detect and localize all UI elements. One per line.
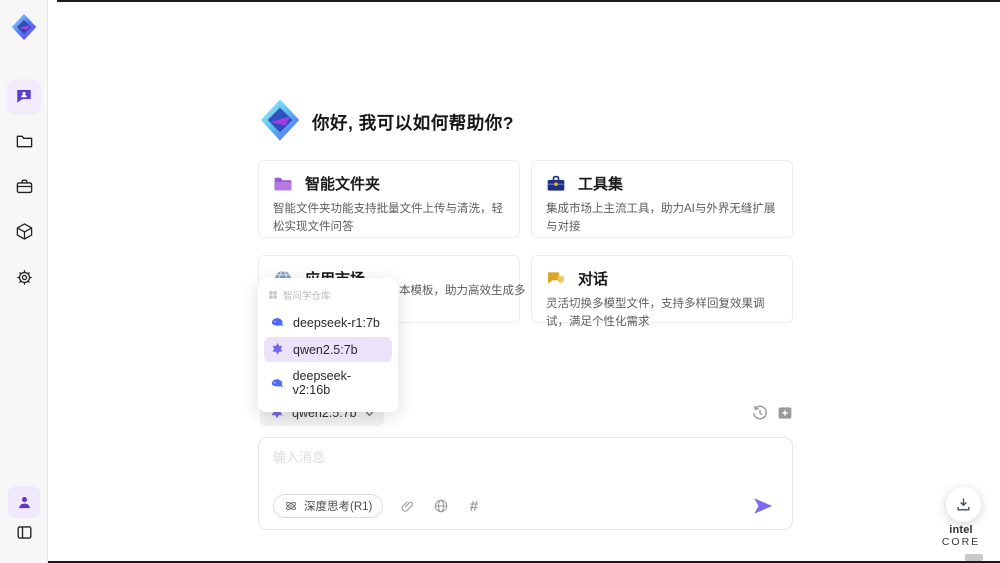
briefcase-icon [16,178,32,193]
composer-toolbar: 深度思考(R1) # [273,494,482,518]
download-button[interactable] [946,487,981,522]
panel-icon [16,525,32,539]
greeting-title: 你好, 我可以如何帮助你? [312,113,514,133]
card-smart-folder[interactable]: 智能文件夹 智能文件夹功能支持批量文件上传与清洗，轻松实现文件问答 [258,160,520,238]
message-composer: 深度思考(R1) # [258,437,793,530]
prompt-template-button[interactable]: # [465,498,482,515]
deep-think-icon [286,502,296,510]
deep-think-label: 深度思考(R1) [304,501,373,513]
sidebar-item-apps[interactable] [8,215,40,247]
model-option-deepseek-r1[interactable]: deepseek-r1:7b [264,310,392,335]
card-description: 集成市场上主流工具，助力AI与外界无缝扩展与对接 [546,203,776,233]
card-title: 对话 [578,271,609,288]
intel-tier-badge [965,554,983,561]
message-input[interactable] [273,447,773,491]
model-option-label: qwen2.5:7b [293,342,358,357]
model-option-qwen[interactable]: qwen2.5:7b [264,337,392,362]
model-dropdown-header-label: 智问学仓库 [283,291,331,302]
card-dialogue[interactable]: 对话 灵活切换多模型文件，支持多样回复效果调试，满足个性化需求 [531,255,793,328]
intel-core-logo: intel core [930,524,992,563]
model-dropdown-header: 智问学仓库 [258,284,398,308]
model-option-deepseek-v2[interactable]: deepseek-v2:16b [264,364,392,402]
model-dropdown: 智问学仓库 deepseek-r1:7b qwen2.5:7b deepseek… [258,278,398,412]
repository-icon [269,291,277,299]
cube-icon [16,222,32,240]
core-wordmark: core [941,536,981,548]
dialogue-icon [548,271,564,284]
sidebar-item-account[interactable] [8,486,40,518]
download-icon [957,498,970,511]
gear-icon [16,269,32,285]
paperclip-icon [401,500,414,512]
card-title: 智能文件夹 [305,176,381,193]
sidebar-item-folders[interactable] [8,125,40,157]
model-option-label: deepseek-r1:7b [293,315,380,330]
sidebar [0,0,48,563]
send-icon [754,498,773,514]
send-button[interactable] [752,495,774,517]
card-description: 智能文件夹功能支持批量文件上传与清洗，轻松实现文件问答 [273,203,503,233]
card-description: 灵活切换多模型文件，支持多样回复效果调试，满足个性化需求 [546,298,765,328]
window-top-border [57,0,1000,2]
history-icon [753,405,767,420]
intel-wordmark: intel [949,524,973,536]
hash-icon: # [469,497,479,515]
app-window: 你好, 我可以如何帮助你? 智能文件夹 智能文件夹功能支持批量文件上传与清洗，轻… [0,0,1000,563]
sidebar-toggle-button[interactable] [8,516,40,548]
toolset-icon [547,175,565,191]
deepseek-whale-icon [271,378,284,387]
web-search-button[interactable] [432,498,449,515]
sidebar-item-toolset[interactable] [8,170,40,202]
deepseek-whale-icon [271,318,284,326]
card-description-partial: 本模板，助力高效生成多 [399,285,526,297]
new-chat-button[interactable] [776,404,794,422]
qwen-icon [272,342,283,355]
user-icon [18,496,30,508]
globe-icon [434,499,448,513]
model-option-label: deepseek-v2:16b [292,369,351,397]
new-chat-icon [778,407,792,419]
sidebar-item-chat[interactable] [8,80,40,112]
greeting-logo-icon [258,98,302,142]
chat-icon [17,90,31,103]
app-logo-icon [10,13,38,41]
history-button[interactable] [751,404,769,422]
card-title: 工具集 [578,176,624,193]
folder-icon [16,135,32,147]
attach-file-button[interactable] [399,498,416,515]
card-toolset[interactable]: 工具集 集成市场上主流工具，助力AI与外界无缝扩展与对接 [531,160,793,238]
deep-think-toggle[interactable]: 深度思考(R1) [273,494,384,518]
sidebar-item-settings[interactable] [8,261,40,293]
smart-folder-icon [274,177,292,190]
